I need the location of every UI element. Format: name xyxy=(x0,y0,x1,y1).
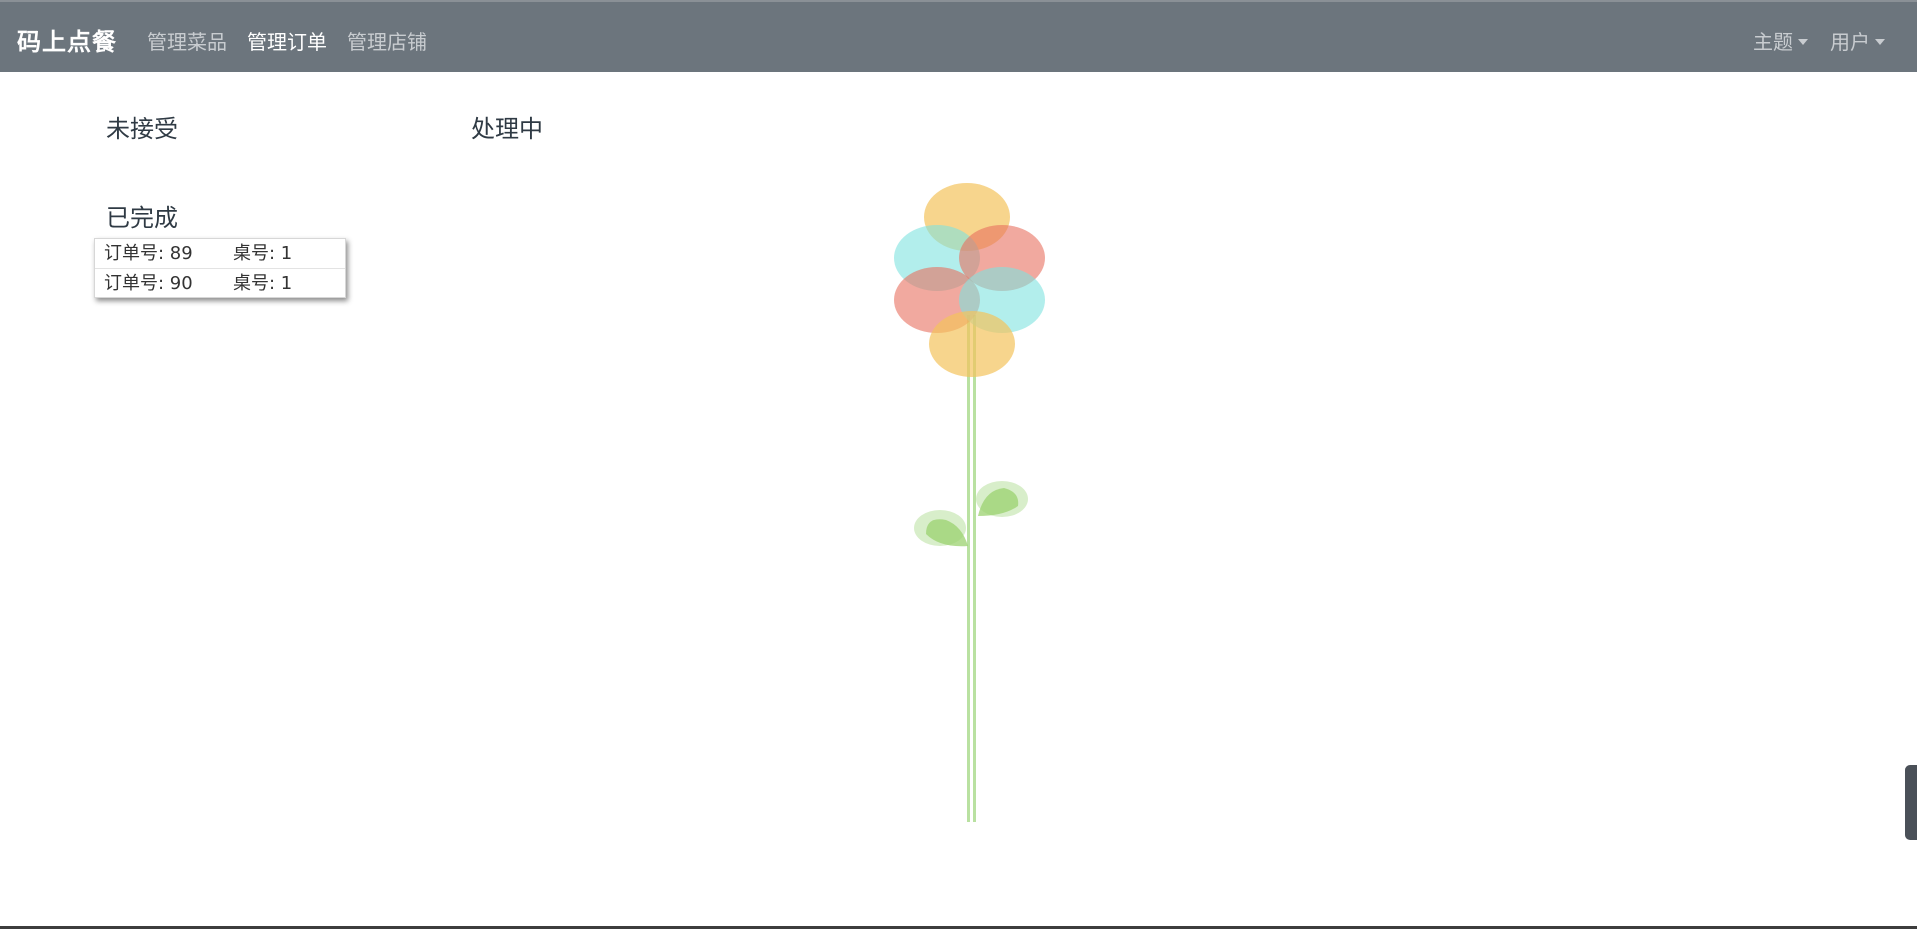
brand-logo[interactable]: 码上点餐 xyxy=(17,22,117,57)
list-item[interactable]: 订单号: 89 桌号: 1 xyxy=(95,239,345,268)
theme-dropdown[interactable]: 主题 xyxy=(1753,26,1808,55)
side-widget-handle[interactable] xyxy=(1905,765,1917,840)
chevron-down-icon xyxy=(1798,38,1808,45)
completed-section-title: 已完成 xyxy=(106,204,178,232)
processing-section-title: 处理中 xyxy=(471,115,543,143)
petal-bottom xyxy=(929,311,1015,377)
user-dropdown-label: 用户 xyxy=(1830,30,1870,54)
table-number: 桌号: 1 xyxy=(233,243,293,264)
user-dropdown[interactable]: 用户 xyxy=(1830,26,1885,55)
list-item[interactable]: 订单号: 90 桌号: 1 xyxy=(95,268,345,297)
table-number: 桌号: 1 xyxy=(233,273,293,294)
order-number: 订单号: 89 xyxy=(104,243,193,264)
nav-manage-store[interactable]: 管理店铺 xyxy=(347,26,427,55)
chevron-down-icon xyxy=(1875,38,1885,45)
flower-illustration xyxy=(894,183,1045,822)
nav-manage-dishes[interactable]: 管理菜品 xyxy=(147,26,227,55)
completed-order-list: 订单号: 89 桌号: 1 订单号: 90 桌号: 1 xyxy=(94,238,346,298)
pending-section-title: 未接受 xyxy=(106,115,178,143)
stem-left xyxy=(967,315,970,822)
top-navbar: 码上点餐 管理菜品 管理订单 管理店铺 主题 用户 xyxy=(0,0,1917,72)
theme-dropdown-label: 主题 xyxy=(1753,30,1793,54)
nav-manage-orders[interactable]: 管理订单 xyxy=(247,26,327,55)
order-number: 订单号: 90 xyxy=(104,273,193,294)
stem-right xyxy=(973,315,976,822)
